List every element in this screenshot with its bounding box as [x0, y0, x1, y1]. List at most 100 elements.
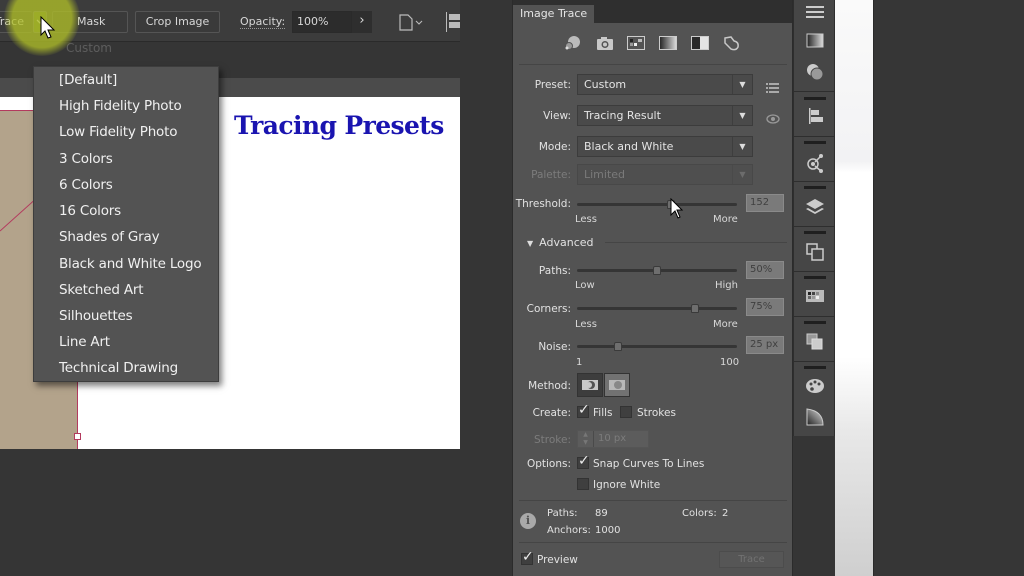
threshold-value-input[interactable]: 152 — [746, 194, 784, 212]
links-icon[interactable] — [804, 152, 826, 174]
opacity-next-button[interactable]: › — [352, 11, 372, 33]
image-trace-button[interactable]: Image Trace — [0, 11, 32, 33]
menu-item-default[interactable]: [Default] — [59, 72, 117, 88]
black-and-white-icon[interactable] — [690, 34, 710, 52]
dock-grip[interactable] — [804, 97, 826, 100]
grayscale-icon[interactable] — [658, 34, 678, 52]
crop-image-button[interactable]: Crop Image — [135, 11, 220, 33]
menu-item-low-fidelity-photo[interactable]: Low Fidelity Photo — [59, 124, 177, 140]
mode-select[interactable]: Black and White ▼ — [577, 136, 753, 157]
preset-icon-row — [563, 34, 743, 54]
abutting-icon — [582, 380, 598, 390]
paths-stat-value: 89 — [595, 508, 608, 519]
corners-slider-thumb[interactable] — [691, 304, 699, 313]
fills-checkbox[interactable]: ✓ — [577, 402, 590, 418]
menu-item-shades-of-gray[interactable]: Shades of Gray — [59, 229, 160, 245]
overlapping-icon — [609, 380, 625, 390]
transparency-icon[interactable] — [804, 62, 826, 84]
dock-grip[interactable] — [804, 231, 826, 234]
menu-item-line-art[interactable]: Line Art — [59, 334, 110, 350]
dock-grip[interactable] — [804, 276, 826, 279]
align-panel-icon[interactable] — [804, 106, 826, 128]
layers-icon[interactable] — [804, 196, 826, 218]
paths-max-label: High — [715, 280, 738, 291]
auto-color-icon[interactable] — [563, 34, 583, 52]
strokes-label: Strokes — [637, 407, 676, 419]
preview-checkbox[interactable]: ✓ — [521, 549, 534, 565]
view-label: View: — [543, 110, 571, 122]
menu-item-black-and-white-logo[interactable]: Black and White Logo — [59, 256, 202, 272]
menu-item-6-colors[interactable]: 6 Colors — [59, 177, 113, 193]
manage-presets-icon[interactable] — [766, 79, 780, 93]
trace-button[interactable]: Trace — [719, 551, 784, 568]
menu-item-high-fidelity-photo[interactable]: High Fidelity Photo — [59, 98, 182, 114]
pathfinder-icon[interactable] — [804, 331, 826, 353]
dock-divider — [794, 181, 836, 182]
color-panel-icon[interactable] — [804, 406, 826, 428]
corners-value-input[interactable]: 75% — [746, 298, 784, 316]
menu-item-16-colors[interactable]: 16 Colors — [59, 203, 121, 219]
image-trace-panel: Image Trace Preset: Custom ▼ View: Traci… — [512, 0, 793, 576]
menu-item-technical-drawing[interactable]: Technical Drawing — [59, 360, 178, 376]
colors-stat-label: Colors: — [682, 508, 717, 519]
menu-item-sketched-art[interactable]: Sketched Art — [59, 282, 144, 298]
preset-select[interactable]: Custom ▼ — [577, 74, 753, 95]
divider — [605, 242, 787, 243]
high-color-icon[interactable] — [595, 34, 615, 52]
panel-tab-image-trace[interactable]: Image Trace — [513, 5, 594, 23]
info-icon: i — [520, 513, 536, 529]
outline-icon[interactable] — [722, 34, 742, 52]
selection-handle[interactable] — [74, 433, 81, 440]
dock-grip[interactable] — [804, 186, 826, 189]
align-icon[interactable] — [446, 12, 460, 32]
workspace-background — [873, 0, 1024, 576]
noise-slider-thumb[interactable] — [613, 342, 622, 351]
method-label: Method: — [528, 380, 571, 392]
paths-min-label: Low — [575, 280, 595, 291]
ignore-white-checkbox[interactable] — [577, 478, 589, 490]
noise-value-input[interactable]: 25 px — [746, 336, 784, 354]
swatches-icon[interactable] — [804, 286, 826, 308]
dock-grip[interactable] — [804, 366, 826, 369]
paths-slider-thumb[interactable] — [653, 266, 661, 275]
menu-item-silhouettes[interactable]: Silhouettes — [59, 308, 133, 324]
method-abutting-button[interactable] — [577, 373, 603, 397]
noise-label: Noise: — [538, 341, 571, 353]
corners-slider[interactable] — [577, 304, 737, 313]
strokes-checkbox[interactable] — [620, 406, 632, 418]
opacity-label[interactable]: Opacity: — [240, 15, 286, 29]
anchors-stat-label: Anchors: — [547, 525, 591, 536]
color-guide-icon[interactable] — [804, 376, 826, 398]
paths-slider[interactable] — [577, 266, 737, 275]
dock-divider — [794, 361, 836, 362]
advanced-toggle[interactable]: ▼ Advanced — [527, 236, 594, 249]
method-overlapping-button[interactable] — [604, 373, 630, 397]
threshold-slider[interactable] — [577, 200, 737, 209]
gradient-icon[interactable] — [804, 32, 826, 54]
panel-menu-icon[interactable] — [804, 3, 826, 25]
view-select[interactable]: Tracing Result ▼ — [577, 105, 753, 126]
paths-value-input[interactable]: 50% — [746, 261, 784, 279]
ignore-white-label: Ignore White — [593, 479, 661, 491]
noise-slider[interactable] — [577, 342, 737, 351]
threshold-label: Threshold: — [515, 198, 571, 210]
checkmark-icon: ✓ — [578, 402, 590, 418]
low-color-icon[interactable] — [626, 34, 646, 52]
dock-divider — [794, 316, 836, 317]
dock-grip[interactable] — [804, 141, 826, 144]
tracing-presets-menu: [Default] High Fidelity Photo Low Fideli… — [33, 66, 219, 382]
artboards-icon[interactable] — [804, 241, 826, 263]
opacity-input[interactable]: 100% — [292, 11, 352, 33]
stepper-arrows-icon: ▲ ▼ — [578, 431, 594, 447]
mask-button[interactable]: Mask — [52, 11, 128, 33]
paths-label: Paths: — [538, 265, 571, 277]
document-setup-icon[interactable] — [396, 12, 426, 32]
eye-icon[interactable] — [766, 110, 780, 124]
dock-grip[interactable] — [804, 321, 826, 324]
dropdown-arrow-icon: ▼ — [732, 106, 752, 125]
stroke-label: Stroke: — [534, 434, 571, 446]
noise-min-label: 1 — [576, 357, 583, 368]
workspace-gap — [460, 0, 512, 576]
menu-item-3-colors[interactable]: 3 Colors — [59, 151, 113, 167]
snap-curves-checkbox[interactable]: ✓ — [577, 453, 590, 469]
